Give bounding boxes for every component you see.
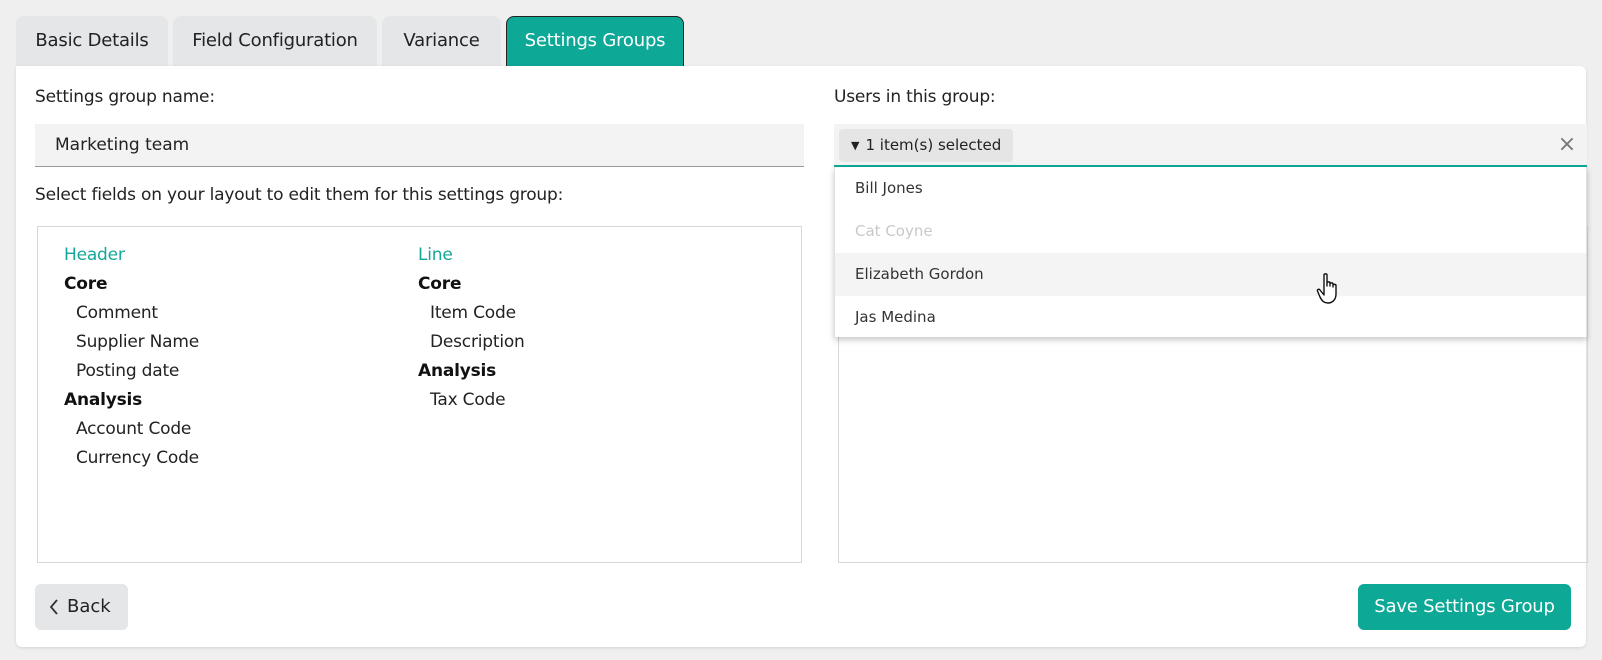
user-option-elizabeth-gordon[interactable]: Elizabeth Gordon — [835, 253, 1586, 296]
field-posting-date[interactable]: Posting date — [64, 357, 199, 386]
settings-group-name-label: Settings group name: — [35, 87, 215, 107]
settings-group-panel: Settings group name: Marketing team Sele… — [16, 66, 1588, 647]
tab-settings-groups[interactable]: Settings Groups — [506, 16, 684, 66]
selected-count-chip[interactable]: ▼ 1 item(s) selected — [839, 129, 1014, 162]
save-settings-group-button[interactable]: Save Settings Group — [1358, 584, 1571, 630]
layout-fields-box: Header Core Comment Supplier Name Postin… — [37, 226, 802, 563]
close-icon[interactable]: × — [1555, 133, 1579, 157]
field-currency-code[interactable]: Currency Code — [64, 444, 199, 473]
selected-count-text: 1 item(s) selected — [865, 136, 1002, 154]
header-section-title[interactable]: Header — [64, 241, 199, 270]
field-description[interactable]: Description — [418, 328, 525, 357]
line-analysis-label: Analysis — [418, 361, 497, 381]
line-core-label: Core — [418, 274, 462, 294]
field-item-code[interactable]: Item Code — [418, 299, 525, 328]
caret-down-icon: ▼ — [851, 139, 860, 152]
user-option-cat-coyne: Cat Coyne — [855, 222, 933, 240]
field-supplier-name[interactable]: Supplier Name — [64, 328, 199, 357]
settings-group-name-input[interactable]: Marketing team — [35, 124, 804, 167]
users-dropdown-menu: Bill Jones Cat Coyne Elizabeth Gordon Ja… — [834, 167, 1587, 337]
line-fields-column: Line Core Item Code Description Analysis… — [418, 241, 525, 415]
users-multiselect[interactable]: ▼ 1 item(s) selected × — [834, 124, 1587, 167]
header-fields-column: Header Core Comment Supplier Name Postin… — [64, 241, 199, 473]
header-core-label: Core — [64, 274, 108, 294]
back-button-label: Back — [67, 596, 111, 617]
user-option-bill-jones[interactable]: Bill Jones — [835, 167, 1586, 210]
tab-field-configuration[interactable]: Field Configuration — [173, 16, 377, 66]
field-tax-code[interactable]: Tax Code — [418, 386, 525, 415]
line-section-title[interactable]: Line — [418, 241, 525, 270]
header-analysis-label: Analysis — [64, 390, 143, 410]
users-label: Users in this group: — [834, 87, 996, 107]
tab-basic-details[interactable]: Basic Details — [16, 16, 168, 66]
tab-variance[interactable]: Variance — [382, 16, 501, 66]
hand-pointer-icon — [1316, 272, 1342, 306]
field-comment[interactable]: Comment — [64, 299, 199, 328]
user-option-jas-medina[interactable]: Jas Medina — [835, 296, 1586, 339]
back-button[interactable]: Back — [35, 584, 128, 630]
field-account-code[interactable]: Account Code — [64, 415, 199, 444]
fields-instruction: Select fields on your layout to edit the… — [35, 185, 564, 205]
chevron-left-icon — [48, 584, 60, 648]
